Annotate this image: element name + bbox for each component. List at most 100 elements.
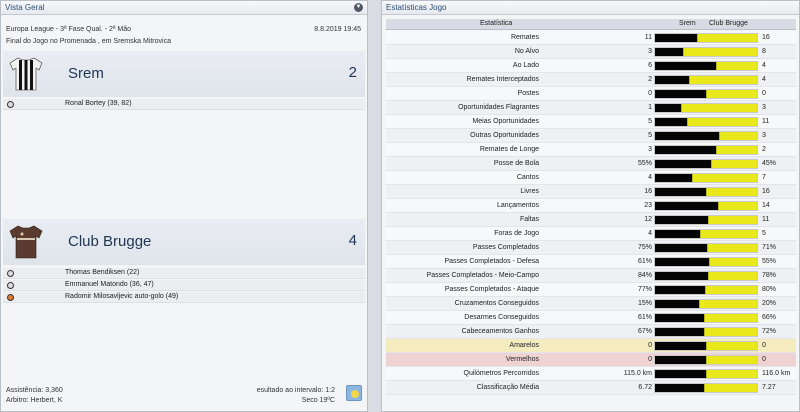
stat-away-value: 7 — [762, 174, 766, 181]
stat-row: Cantos 4 7 — [386, 171, 796, 185]
column-stat[interactable]: Estatística — [480, 20, 512, 27]
away-bar — [708, 216, 757, 224]
stat-comparison-bar — [654, 89, 758, 99]
stat-label: Livres — [520, 188, 539, 195]
stat-comparison-bar — [654, 271, 758, 281]
home-team-name[interactable]: Srem — [68, 65, 104, 82]
away-bar — [716, 146, 757, 154]
stat-home-value: 23 — [644, 202, 652, 209]
away-bar — [692, 174, 757, 182]
stat-home-value: 11 — [644, 34, 652, 41]
stat-label: No Alvo — [514, 48, 539, 55]
stat-home-value: 12 — [644, 216, 652, 223]
stat-home-value: 1 — [648, 104, 652, 111]
stat-away-value: 11 — [762, 118, 770, 125]
stat-row: Oportunidades Flagrantes 1 3 — [386, 101, 796, 115]
home-bar — [655, 34, 697, 42]
stat-comparison-bar — [654, 215, 758, 225]
home-bar — [655, 160, 711, 168]
stat-home-value: 77% — [637, 286, 652, 293]
away-scorer[interactable]: Emmanuel Matondo (36, 47) — [65, 281, 154, 288]
stat-row: Passes Completados 75% 71% — [386, 241, 796, 255]
away-bar — [706, 188, 757, 196]
home-bar — [655, 202, 718, 210]
stat-away-value: 3 — [762, 132, 766, 139]
stat-away-value: 0 — [762, 356, 766, 363]
stat-home-value: 4 — [648, 230, 652, 237]
away-bar — [706, 90, 757, 98]
stat-comparison-bar — [654, 75, 758, 85]
home-bar — [655, 328, 704, 336]
stat-home-value: 67% — [637, 328, 652, 335]
stat-row: Cabeceamentos Ganhos 67% 72% — [386, 325, 796, 339]
home-bar — [655, 76, 689, 84]
away-team-score: 4 — [348, 232, 357, 249]
stat-comparison-bar — [654, 187, 758, 197]
stat-row: Remates de Longe 3 2 — [386, 143, 796, 157]
stat-comparison-bar — [654, 47, 758, 57]
stat-label: Remates de Longe — [479, 146, 539, 153]
stat-row: Remates 11 16 — [386, 31, 796, 45]
stat-row: Vermelhos 0 0 — [386, 353, 796, 367]
sun-icon — [346, 385, 362, 401]
stat-home-value: 115.0 km — [623, 370, 652, 377]
stat-away-value: 4 — [762, 62, 766, 69]
away-bar — [699, 300, 757, 308]
stat-comparison-bar — [654, 327, 758, 337]
stat-comparison-bar — [654, 257, 758, 267]
own-goal-ball-icon — [7, 294, 14, 301]
overview-panel: Vista Geral ▼ Europa League - 3ª Fase Qu… — [0, 0, 368, 412]
stat-away-value: 16 — [762, 188, 770, 195]
stat-comparison-bar — [654, 145, 758, 155]
away-bar — [689, 76, 757, 84]
column-home[interactable]: Srem — [679, 20, 696, 27]
stat-label: Oportunidades Flagrantes — [458, 104, 539, 111]
away-bar — [697, 34, 757, 42]
stat-row: Amarelos 0 0 — [386, 339, 796, 353]
away-scorer[interactable]: Radomir Milosavljevic auto-golo (49) — [65, 293, 178, 300]
referee[interactable]: Arbitro: Herbert, K — [6, 397, 62, 404]
away-bar — [704, 328, 757, 336]
stat-away-value: 66% — [762, 314, 777, 321]
away-scorer[interactable]: Thomas Bendiksen (22) — [65, 269, 139, 276]
stat-label: Cabeceamentos Ganhos — [461, 328, 539, 335]
away-team-name[interactable]: Club Brugge — [68, 233, 151, 250]
away-bar — [706, 356, 757, 364]
home-bar — [655, 104, 681, 112]
home-bar — [655, 188, 706, 196]
away-bar — [709, 258, 757, 266]
stat-away-value: 14 — [762, 202, 770, 209]
away-bar — [704, 314, 757, 322]
stat-comparison-bar — [654, 285, 758, 295]
away-bar — [704, 384, 757, 392]
competition-label: Europa League - 3ª Fase Qual. - 2ª Mão — [6, 26, 132, 33]
stat-home-value: 16 — [644, 188, 652, 195]
away-team-band: Club Brugge 4 — [3, 219, 365, 265]
stat-row: No Alvo 3 8 — [386, 45, 796, 59]
home-bar — [655, 146, 716, 154]
stat-row: Lançamentos 23 14 — [386, 199, 796, 213]
stat-comparison-bar — [654, 159, 758, 169]
home-bar — [655, 48, 683, 56]
stats-header: Estatísticas Jogo — [382, 1, 799, 15]
stat-comparison-bar — [654, 243, 758, 253]
stat-home-value: 3 — [648, 48, 652, 55]
match-venue: Final do Jogo no Promenada , em Sremska … — [6, 38, 171, 45]
stat-home-value: 75% — [637, 244, 652, 251]
stat-away-value: 3 — [762, 104, 766, 111]
stat-home-value: 6.72 — [638, 384, 652, 391]
stat-away-value: 78% — [762, 272, 777, 279]
stat-home-value: 4 — [648, 174, 652, 181]
goal-ball-icon — [7, 270, 14, 277]
goal-ball-icon — [7, 282, 14, 289]
stat-label: Postes — [517, 90, 539, 97]
home-bar — [655, 132, 719, 140]
column-away[interactable]: Club Brugge — [709, 20, 748, 27]
home-scorer[interactable]: Ronal Bortey (39, 82) — [65, 100, 132, 107]
stat-home-value: 0 — [648, 90, 652, 97]
stat-label: Meias Oportunidades — [472, 118, 539, 125]
stats-title: Estatísticas Jogo — [386, 3, 447, 12]
collapse-icon[interactable]: ▼ — [354, 3, 363, 12]
overview-header: Vista Geral ▼ — [1, 1, 367, 15]
stats-panel: Estatísticas Jogo Estatística Srem Club … — [381, 0, 800, 412]
